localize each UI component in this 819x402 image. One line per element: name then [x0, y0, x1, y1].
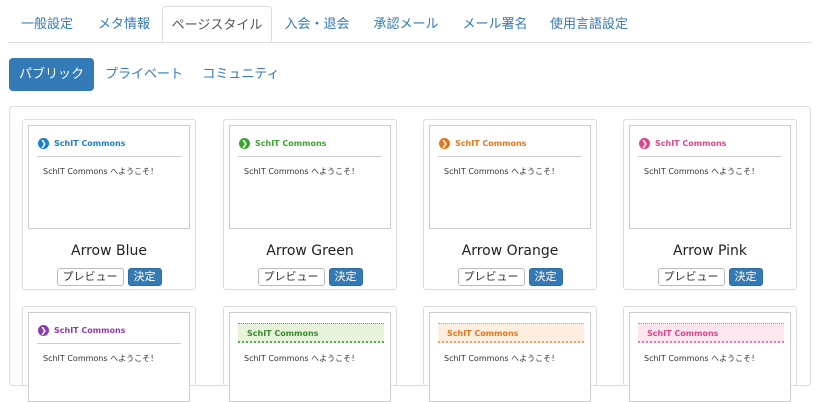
preview-header: SchIT Commons: [638, 323, 784, 343]
preview-welcome: SchIT Commons へようこそ！: [444, 167, 560, 176]
decide-button[interactable]: 決定: [528, 268, 563, 286]
card-buttons: プレビュー 決定: [424, 268, 596, 286]
arrow-circle-icon: ❯: [239, 138, 250, 149]
style-preview[interactable]: SchIT Commons SchIT Commons へようこそ！: [229, 312, 391, 402]
arrow-circle-icon: ❯: [639, 138, 650, 149]
style-card: ❯ SchIT Commons SchIT Commons へようこそ！: [22, 306, 196, 402]
style-preview[interactable]: ❯ SchIT Commons SchIT Commons へようこそ！: [229, 125, 391, 229]
style-card: ❯ SchIT Commons SchIT Commons へようこそ！ Arro…: [423, 119, 597, 290]
preview-header: ❯ SchIT Commons: [38, 323, 125, 339]
preview-welcome: SchIT Commons へようこそ！: [244, 354, 360, 363]
tab-page-style[interactable]: ページスタイル: [162, 6, 272, 42]
style-preview[interactable]: ❯ SchIT Commons SchIT Commons へようこそ！: [429, 125, 591, 229]
style-preview[interactable]: ❯ SchIT Commons SchIT Commons へようこそ！: [28, 125, 190, 229]
preview-site-name: SchIT Commons: [54, 326, 126, 335]
card-buttons: プレビュー 決定: [624, 268, 796, 286]
style-name: Arrow Orange: [461, 243, 559, 259]
pill-community[interactable]: コミュニティ: [195, 58, 287, 91]
preview-divider: [238, 156, 382, 157]
style-name: Arrow Pink: [672, 243, 747, 259]
preview-site-name: SchIT Commons: [54, 139, 126, 148]
preview-header: ❯ SchIT Commons: [439, 136, 526, 152]
decide-button[interactable]: 決定: [127, 268, 162, 286]
preview-header: SchIT Commons: [238, 323, 384, 343]
arrow-circle-icon: ❯: [38, 325, 49, 336]
preview-button[interactable]: プレビュー: [457, 268, 525, 286]
preview-divider: [638, 156, 782, 157]
style-preview[interactable]: SchIT Commons SchIT Commons へようこそ！: [629, 312, 791, 402]
arrow-circle-icon: ❯: [439, 138, 450, 149]
style-name: Arrow Green: [266, 243, 354, 259]
preview-welcome: SchIT Commons へようこそ！: [644, 354, 760, 363]
style-preview[interactable]: SchIT Commons SchIT Commons へようこそ！: [429, 312, 591, 402]
preview-welcome: SchIT Commons へようこそ！: [244, 167, 360, 176]
settings-tabs: 一般設定 メタ情報 ページスタイル 入会・退会 承認メール メール署名 使用言語…: [8, 6, 812, 43]
card-buttons: プレビュー 決定: [224, 268, 396, 286]
preview-header: SchIT Commons: [438, 323, 584, 343]
preview-button[interactable]: プレビュー: [257, 268, 325, 286]
pill-public[interactable]: パブリック: [9, 58, 94, 91]
preview-divider: [438, 156, 582, 157]
tab-join-leave[interactable]: 入会・退会: [273, 6, 361, 41]
style-card: ❯ SchIT Commons SchIT Commons へようこそ！ Arro…: [22, 119, 196, 290]
preview-header: ❯ SchIT Commons: [639, 136, 726, 152]
style-card: SchIT Commons SchIT Commons へようこそ！: [423, 306, 597, 402]
preview-welcome: SchIT Commons へようこそ！: [43, 354, 159, 363]
style-card: ❯ SchIT Commons SchIT Commons へようこそ！ Arro…: [223, 119, 397, 290]
preview-site-name: SchIT Commons: [455, 139, 527, 148]
pill-private[interactable]: プライベート: [99, 58, 189, 91]
card-buttons: プレビュー 決定: [23, 268, 195, 286]
preview-button[interactable]: プレビュー: [56, 268, 124, 286]
preview-site-name: SchIT Commons: [655, 139, 727, 148]
tab-mail-signature[interactable]: メール署名: [451, 6, 539, 41]
preview-site-name: SchIT Commons: [255, 139, 327, 148]
preview-header: ❯ SchIT Commons: [239, 136, 326, 152]
style-preview[interactable]: ❯ SchIT Commons SchIT Commons へようこそ！: [629, 125, 791, 229]
style-name: Arrow Blue: [71, 243, 147, 259]
tab-general[interactable]: 一般設定: [8, 6, 86, 41]
decide-button[interactable]: 決定: [728, 268, 763, 286]
preview-button[interactable]: プレビュー: [657, 268, 725, 286]
style-preview[interactable]: ❯ SchIT Commons SchIT Commons へようこそ！: [28, 312, 190, 402]
arrow-circle-icon: ❯: [38, 138, 49, 149]
tab-approval-mail[interactable]: 承認メール: [361, 6, 451, 41]
tab-meta[interactable]: メタ情報: [86, 6, 162, 41]
preview-divider: [37, 156, 181, 157]
preview-welcome: SchIT Commons へようこそ！: [444, 354, 560, 363]
preview-welcome: SchIT Commons へようこそ！: [43, 167, 159, 176]
style-card: ❯ SchIT Commons SchIT Commons へようこそ！ Arro…: [623, 119, 797, 290]
tab-language[interactable]: 使用言語設定: [539, 6, 639, 41]
decide-button[interactable]: 決定: [328, 268, 363, 286]
style-card: SchIT Commons SchIT Commons へようこそ！: [223, 306, 397, 402]
preview-header: ❯ SchIT Commons: [38, 136, 125, 152]
preview-welcome: SchIT Commons へようこそ！: [644, 167, 760, 176]
preview-divider: [37, 343, 181, 344]
style-card: SchIT Commons SchIT Commons へようこそ！: [623, 306, 797, 402]
